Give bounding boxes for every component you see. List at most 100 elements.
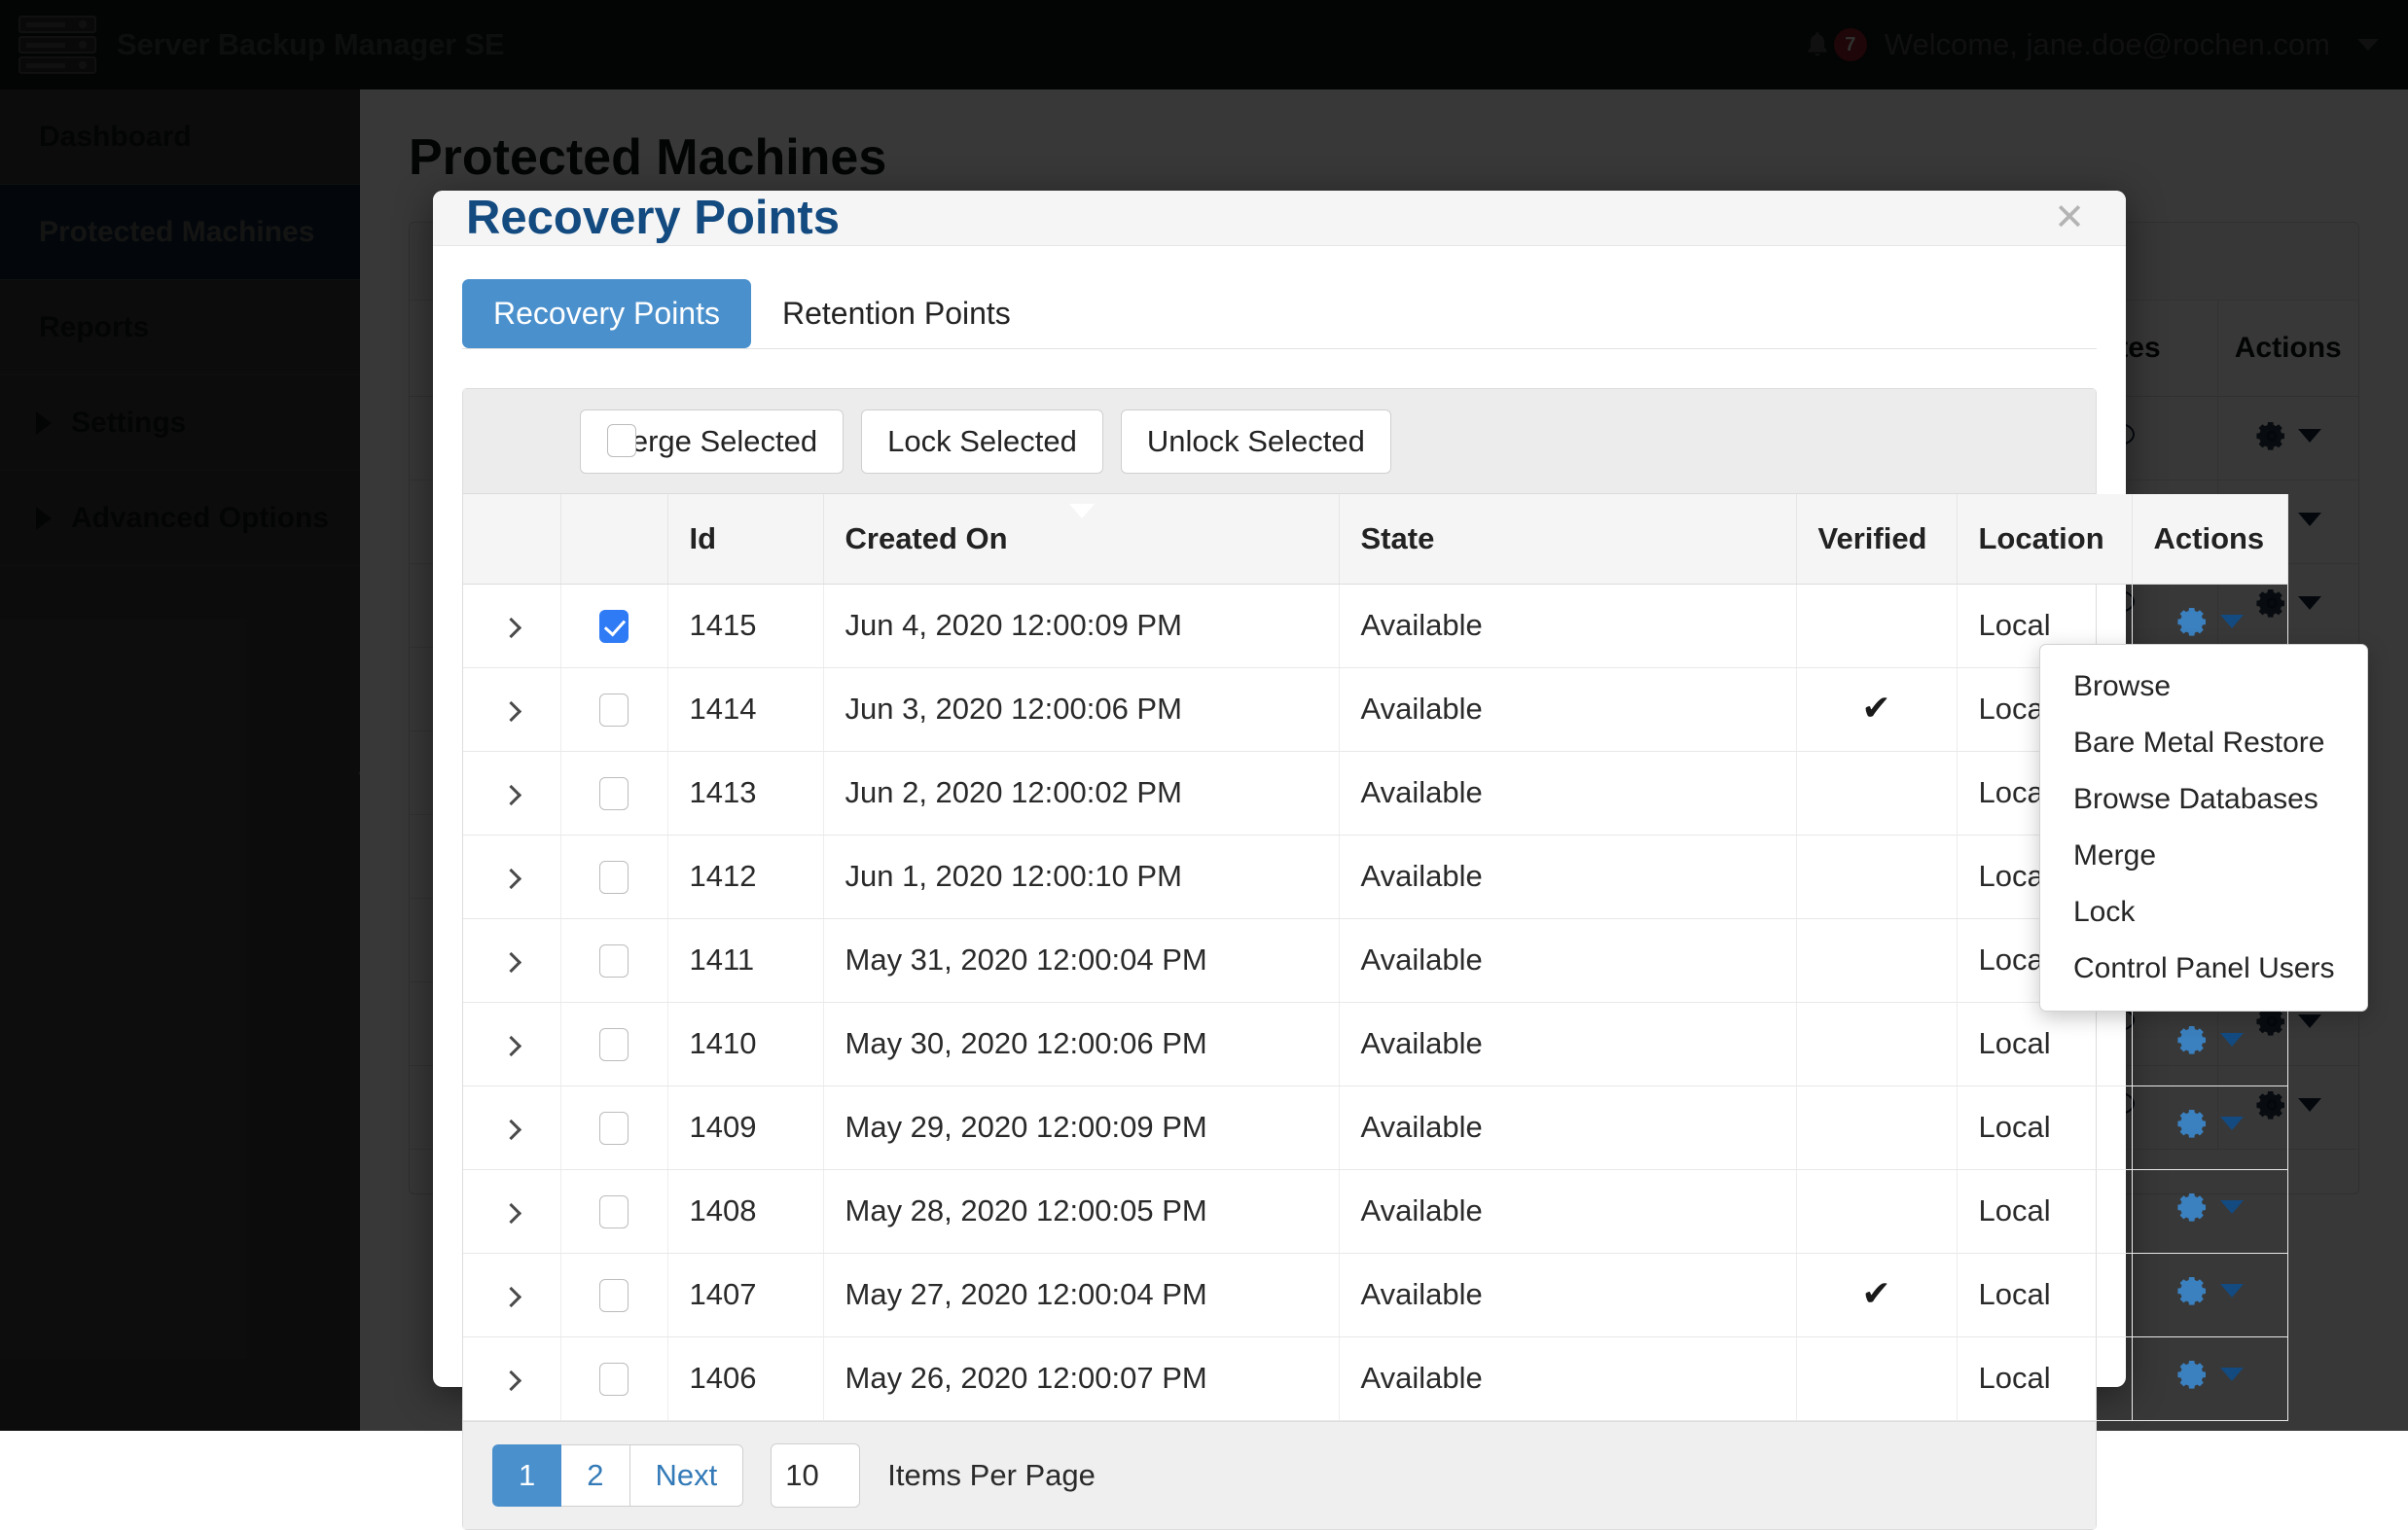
expand-row-button[interactable] [463, 918, 560, 1002]
items-per-page-input[interactable] [771, 1443, 860, 1508]
gear-icon[interactable] [2176, 1023, 2244, 1056]
cell-id: 1410 [667, 1002, 823, 1085]
gear-icon[interactable] [2176, 1358, 2244, 1391]
lock-selected-button[interactable]: Lock Selected [861, 409, 1103, 474]
table-row[interactable]: 1413 Jun 2, 2020 12:00:02 PM Available L… [463, 751, 2287, 835]
cell-state: Available [1339, 751, 1796, 835]
items-per-page-label: Items Per Page [887, 1458, 1096, 1493]
table-row[interactable]: 1409 May 29, 2020 12:00:09 PM Available … [463, 1085, 2287, 1169]
cell-id: 1408 [667, 1169, 823, 1253]
cell-id: 1409 [667, 1085, 823, 1169]
table-row[interactable]: 1407 May 27, 2020 12:00:04 PM Available … [463, 1253, 2287, 1336]
gear-icon[interactable] [2176, 1107, 2244, 1140]
expand-row-button[interactable] [463, 584, 560, 667]
row-checkbox-cell[interactable] [560, 918, 667, 1002]
cell-actions[interactable] [2132, 1253, 2287, 1336]
cell-verified [1796, 1169, 1957, 1253]
row-checkbox[interactable] [599, 944, 629, 978]
row-checkbox[interactable] [599, 861, 629, 894]
expand-row-button[interactable] [463, 751, 560, 835]
actions-menu-item[interactable]: Control Panel Users [2040, 941, 2367, 997]
close-icon[interactable]: ✕ [2054, 199, 2085, 236]
col-expand [463, 494, 560, 584]
actions-menu-item[interactable]: Browse Databases [2040, 771, 2367, 828]
chevron-right-icon [501, 1287, 521, 1307]
page-next-button[interactable]: Next [630, 1444, 744, 1507]
actions-menu-item[interactable]: Merge [2040, 828, 2367, 884]
unlock-selected-button[interactable]: Unlock Selected [1121, 409, 1391, 474]
row-checkbox[interactable] [599, 1112, 629, 1145]
actions-menu-item[interactable]: Bare Metal Restore [2040, 715, 2367, 771]
page-1-button[interactable]: 1 [492, 1444, 561, 1507]
tab-recovery-points[interactable]: Recovery Points [462, 279, 751, 348]
table-row[interactable]: 1412 Jun 1, 2020 12:00:10 PM Available L… [463, 835, 2287, 918]
verified-check-icon: ✔ [1861, 688, 1890, 728]
expand-row-button[interactable] [463, 667, 560, 751]
row-checkbox[interactable] [599, 610, 629, 643]
table-row[interactable]: 1415 Jun 4, 2020 12:00:09 PM Available L… [463, 584, 2287, 667]
cell-id: 1411 [667, 918, 823, 1002]
expand-row-button[interactable] [463, 1002, 560, 1085]
gear-icon[interactable] [2176, 1274, 2244, 1307]
tab-retention-points[interactable]: Retention Points [751, 279, 1042, 348]
col-location[interactable]: Location [1957, 494, 2132, 584]
chevron-down-icon [2220, 1033, 2244, 1047]
row-checkbox[interactable] [599, 1028, 629, 1061]
row-checkbox-cell[interactable] [560, 1336, 667, 1420]
cell-actions[interactable] [2132, 1169, 2287, 1253]
cell-state: Available [1339, 1002, 1796, 1085]
cell-verified [1796, 1085, 1957, 1169]
row-checkbox-cell[interactable] [560, 1253, 667, 1336]
chevron-right-icon [501, 869, 521, 889]
row-checkbox[interactable] [599, 1195, 629, 1228]
actions-menu-item[interactable]: Lock [2040, 884, 2367, 941]
row-checkbox-cell[interactable] [560, 835, 667, 918]
col-actions: Actions [2132, 494, 2287, 584]
row-checkbox-cell[interactable] [560, 584, 667, 667]
gear-icon[interactable] [2176, 605, 2244, 638]
select-all-checkbox[interactable] [607, 424, 636, 457]
cell-actions[interactable] [2132, 1002, 2287, 1085]
cell-actions[interactable] [2132, 1085, 2287, 1169]
row-checkbox-cell[interactable] [560, 1002, 667, 1085]
cell-actions[interactable] [2132, 1336, 2287, 1420]
grid-toolbar: Merge Selected Lock Selected Unlock Sele… [463, 389, 2096, 494]
chevron-down-icon [2220, 1368, 2244, 1381]
expand-row-button[interactable] [463, 1253, 560, 1336]
expand-row-button[interactable] [463, 835, 560, 918]
expand-row-button[interactable] [463, 1085, 560, 1169]
table-row[interactable]: 1414 Jun 3, 2020 12:00:06 PM Available ✔… [463, 667, 2287, 751]
row-checkbox[interactable] [599, 1363, 629, 1396]
table-row[interactable]: 1406 May 26, 2020 12:00:07 PM Available … [463, 1336, 2287, 1420]
chevron-right-icon [501, 1203, 521, 1224]
row-checkbox-cell[interactable] [560, 667, 667, 751]
recovery-points-modal: Recovery Points ✕ Recovery Points Retent… [433, 191, 2126, 1387]
col-verified[interactable]: Verified [1796, 494, 1957, 584]
expand-row-button[interactable] [463, 1336, 560, 1420]
page-2-button[interactable]: 2 [561, 1444, 629, 1507]
actions-menu-item[interactable]: Browse [2040, 658, 2367, 715]
cell-verified [1796, 1002, 1957, 1085]
row-checkbox-cell[interactable] [560, 1085, 667, 1169]
gear-icon[interactable] [2176, 1191, 2244, 1224]
row-checkbox-cell[interactable] [560, 751, 667, 835]
col-id[interactable]: Id [667, 494, 823, 584]
table-row[interactable]: 1408 May 28, 2020 12:00:05 PM Available … [463, 1169, 2287, 1253]
expand-row-button[interactable] [463, 1169, 560, 1253]
cell-verified [1796, 835, 1957, 918]
row-checkbox[interactable] [599, 777, 629, 810]
row-checkbox-cell[interactable] [560, 1169, 667, 1253]
cell-state: Available [1339, 1085, 1796, 1169]
cell-created-on: Jun 1, 2020 12:00:10 PM [823, 835, 1339, 918]
modal-title: Recovery Points [466, 191, 840, 245]
chevron-down-icon [2220, 1200, 2244, 1214]
cell-state: Available [1339, 667, 1796, 751]
row-checkbox[interactable] [599, 694, 629, 727]
col-state[interactable]: State [1339, 494, 1796, 584]
cell-id: 1406 [667, 1336, 823, 1420]
cell-verified [1796, 584, 1957, 667]
row-checkbox[interactable] [599, 1279, 629, 1312]
table-row[interactable]: 1411 May 31, 2020 12:00:04 PM Available … [463, 918, 2287, 1002]
table-row[interactable]: 1410 May 30, 2020 12:00:06 PM Available … [463, 1002, 2287, 1085]
col-created-on[interactable]: Created On [823, 494, 1339, 584]
